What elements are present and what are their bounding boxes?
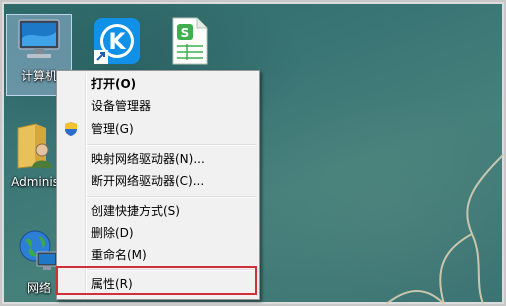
svg-text:S: S	[181, 26, 190, 40]
spreadsheet-icon: S	[150, 16, 228, 69]
menu-item-delete[interactable]: 删除(D)	[91, 222, 134, 244]
menu-separator	[87, 196, 256, 198]
uac-shield-icon	[63, 121, 79, 140]
kugou-music-icon: K	[78, 16, 156, 69]
desktop-icon-kugou[interactable]: K	[78, 16, 156, 69]
menu-item-map-network-drive[interactable]: 映射网络驱动器(N)...	[91, 148, 205, 170]
desktop-icon-spreadsheet[interactable]: S	[150, 16, 228, 69]
svg-text:K: K	[108, 30, 126, 55]
menu-item-open[interactable]: 打开(O)	[91, 73, 136, 95]
menu-icon-gutter	[85, 73, 87, 297]
menu-item-rename[interactable]: 重命名(M)	[91, 244, 147, 266]
screenshot-frame: 计算机 K S Adminis 网络 打开(O) 设备管理器 管理(G) 映射网…	[0, 0, 506, 306]
computer-icon	[2, 18, 78, 65]
menu-item-device-manager[interactable]: 设备管理器	[91, 95, 151, 117]
menu-item-disconnect-network-drive[interactable]: 断开网络驱动器(C)...	[91, 170, 204, 192]
menu-item-manage[interactable]: 管理(G)	[91, 118, 134, 140]
menu-separator	[87, 144, 256, 146]
annotation-highlight-box	[56, 266, 257, 295]
menu-item-create-shortcut[interactable]: 创建快捷方式(S)	[91, 200, 180, 222]
